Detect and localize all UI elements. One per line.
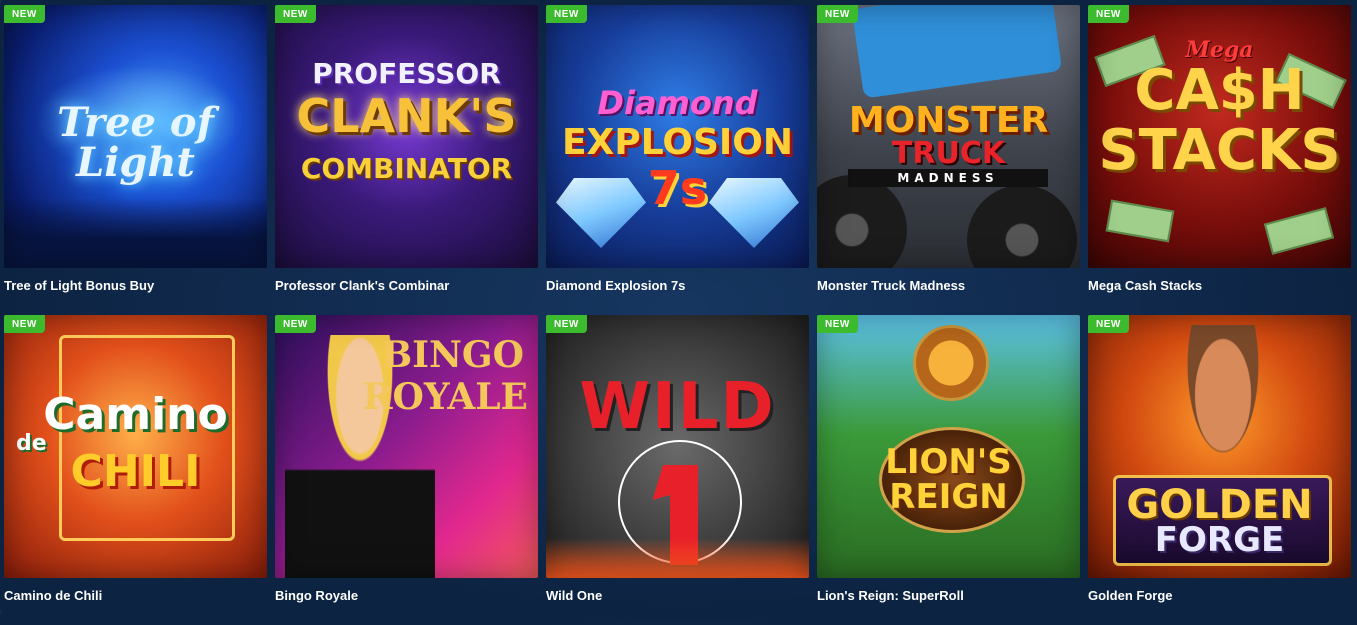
game-tile-golden-forge[interactable]: GOLDEN FORGE NEW Golden Forge <box>1088 315 1351 625</box>
game-thumbnail[interactable]: Mega CA$H STACKS NEW <box>1088 5 1351 268</box>
game-title[interactable]: Tree of Light Bonus Buy <box>4 278 267 293</box>
game-title[interactable]: Bingo Royale <box>275 588 538 603</box>
game-tile-bingo-royale[interactable]: BINGO ROYALE NEW Bingo Royale <box>275 315 538 625</box>
game-tile-diamond-explosion[interactable]: Diamond EXPLOSION 7s NEW Diamond Explosi… <box>546 5 809 315</box>
game-grid: Tree of Light NEW Tree of Light Bonus Bu… <box>4 5 1351 625</box>
game-tile-mega-cash-stacks[interactable]: Mega CA$H STACKS NEW Mega Cash Stacks <box>1088 5 1351 315</box>
game-title[interactable]: Camino de Chili <box>4 588 267 603</box>
game-title[interactable]: Professor Clank's Combinar <box>275 278 538 293</box>
game-title[interactable]: Monster Truck Madness <box>817 278 1080 293</box>
game-title[interactable]: Lion's Reign: SuperRoll <box>817 588 1080 603</box>
new-badge: NEW <box>4 5 45 23</box>
game-tile-monster-truck[interactable]: MONSTER TRUCK MADNESS NEW Monster Truck … <box>817 5 1080 315</box>
new-badge: NEW <box>275 5 316 23</box>
new-badge: NEW <box>817 5 858 23</box>
new-badge: NEW <box>275 315 316 333</box>
new-badge: NEW <box>546 5 587 23</box>
new-badge: NEW <box>817 315 858 333</box>
game-thumbnail[interactable]: MONSTER TRUCK MADNESS NEW <box>817 5 1080 268</box>
game-thumbnail[interactable]: Diamond EXPLOSION 7s NEW <box>546 5 809 268</box>
game-thumbnail[interactable]: GOLDEN FORGE NEW <box>1088 315 1351 578</box>
game-tile-tree-of-light[interactable]: Tree of Light NEW Tree of Light Bonus Bu… <box>4 5 267 315</box>
game-tile-camino-de-chili[interactable]: Camino de CHILI NEW Camino de Chili <box>4 315 267 625</box>
game-tile-lions-reign[interactable]: LION'S REIGN NEW Lion's Reign: SuperRoll <box>817 315 1080 625</box>
game-tile-professor-clank[interactable]: PROFESSOR CLANK'S COMBINATOR NEW Profess… <box>275 5 538 315</box>
game-title[interactable]: Wild One <box>546 588 809 603</box>
game-thumbnail[interactable]: Camino de CHILI NEW <box>4 315 267 578</box>
game-thumbnail[interactable]: Tree of Light NEW <box>4 5 267 268</box>
game-thumbnail[interactable]: PROFESSOR CLANK'S COMBINATOR NEW <box>275 5 538 268</box>
game-thumbnail[interactable]: WILD NEW <box>546 315 809 578</box>
new-badge: NEW <box>1088 315 1129 333</box>
game-title[interactable]: Diamond Explosion 7s <box>546 278 809 293</box>
game-title[interactable]: Mega Cash Stacks <box>1088 278 1351 293</box>
game-tile-wild-one[interactable]: WILD NEW Wild One <box>546 315 809 625</box>
new-badge: NEW <box>4 315 45 333</box>
new-badge: NEW <box>1088 5 1129 23</box>
game-thumbnail[interactable]: LION'S REIGN NEW <box>817 315 1080 578</box>
game-title[interactable]: Golden Forge <box>1088 588 1351 603</box>
new-badge: NEW <box>546 315 587 333</box>
game-thumbnail[interactable]: BINGO ROYALE NEW <box>275 315 538 578</box>
